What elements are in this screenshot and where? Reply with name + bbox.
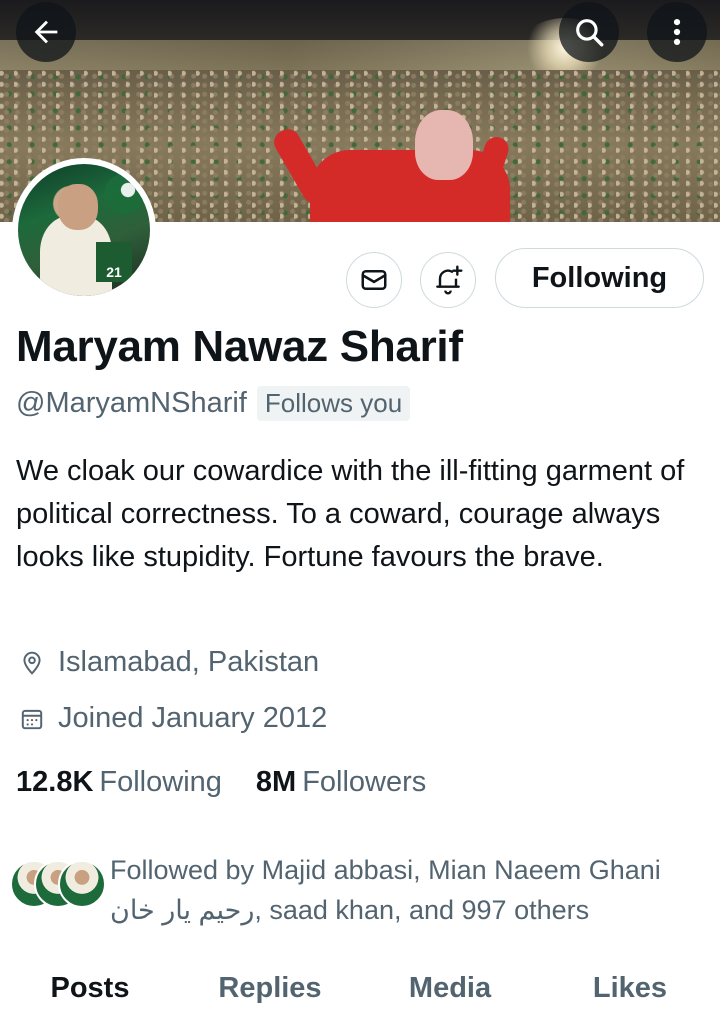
profile-bio: We cloak our cowardice with the ill-fitt… (16, 455, 685, 573)
avatar-badge: 21 (96, 242, 132, 282)
tab-replies[interactable]: Replies (180, 960, 360, 1018)
banner-speaker-figure (269, 110, 512, 222)
following-label: Following (99, 766, 222, 798)
following-button[interactable]: Following (495, 248, 704, 308)
profile-avatar[interactable]: 21 (12, 158, 156, 302)
flag-graphic (104, 174, 144, 214)
followed-by-section[interactable]: Followed by Majid abbasi, Mian Naeem Gha… (10, 850, 710, 930)
following-count: 12.8K (16, 766, 94, 798)
back-button[interactable] (16, 2, 76, 62)
search-icon (576, 19, 604, 47)
followers-label: Followers (302, 766, 427, 798)
calendar-icon (18, 705, 46, 733)
joined-text: Joined January 2012 (58, 702, 328, 734)
location-pin-icon (18, 649, 46, 677)
notifications-button[interactable] (420, 252, 476, 308)
more-vertical-icon (673, 18, 681, 46)
tab-likes[interactable]: Likes (540, 960, 720, 1018)
tab-media[interactable]: Media (360, 960, 540, 1018)
message-button[interactable] (346, 252, 402, 308)
more-options-button[interactable] (647, 2, 707, 62)
follower-avatar (58, 860, 106, 908)
following-stat[interactable]: 12.8K Following (16, 766, 222, 799)
handle-row: @MaryamNSharif Follows you (16, 386, 411, 421)
profile-tabs: Posts Replies Media Likes (0, 960, 720, 1018)
followers-stat[interactable]: 8M Followers (256, 766, 426, 799)
tab-posts[interactable]: Posts (0, 960, 180, 1018)
joined-row: Joined January 2012 (18, 702, 327, 735)
location-text: Islamabad, Pakistan (58, 646, 320, 678)
follow-stats: 12.8K Following 8M Followers (16, 766, 426, 799)
followed-by-text: Followed by Majid abbasi, Mian Naeem Gha… (110, 855, 661, 925)
bell-plus-icon (436, 265, 463, 295)
search-button[interactable] (559, 2, 619, 62)
avatar-image: 21 (18, 164, 150, 296)
profile-name: Maryam Nawaz Sharif (16, 322, 463, 371)
mail-icon (361, 270, 387, 290)
follower-avatars (10, 860, 106, 910)
arrow-left-icon (34, 20, 58, 44)
location-row: Islamabad, Pakistan (18, 646, 319, 679)
followers-count: 8M (255, 766, 297, 798)
profile-handle: @MaryamNSharif (16, 387, 247, 419)
follows-you-badge: Follows you (256, 386, 411, 421)
